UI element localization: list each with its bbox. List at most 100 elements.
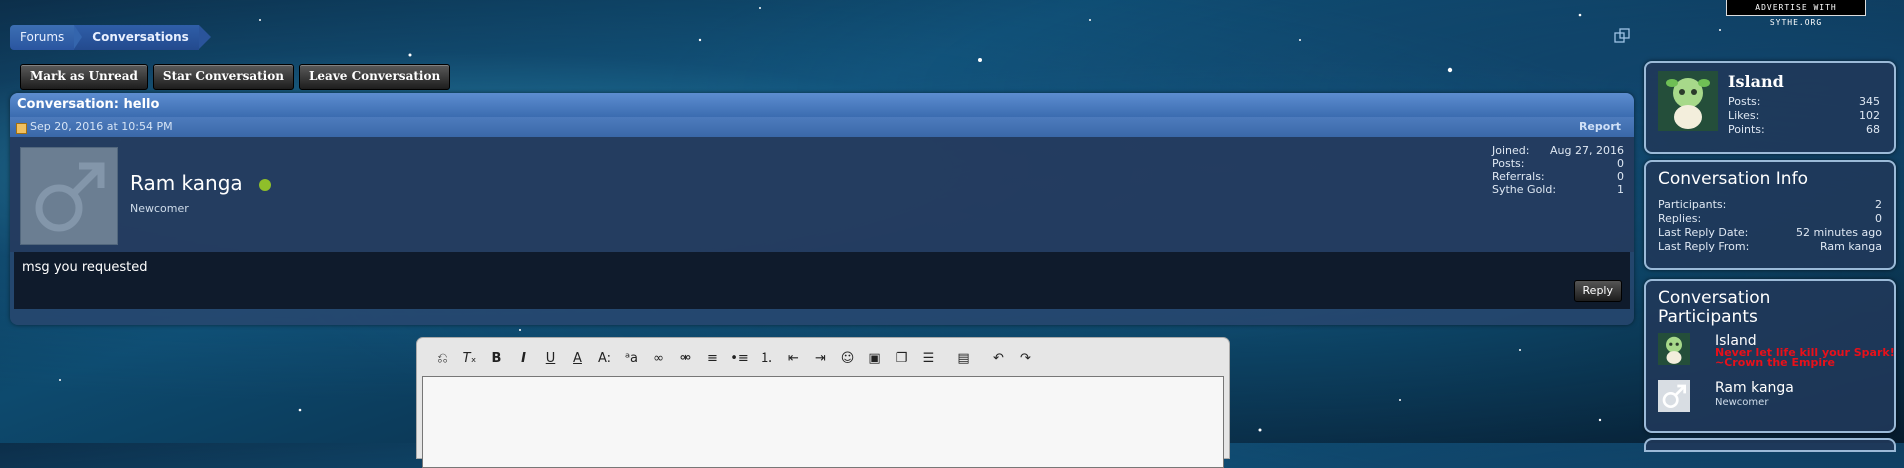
visitor-profile-panel: Island Posts: 345 Likes: 102 Points: 68 [1644, 61, 1896, 154]
smiley-icon[interactable]: ☺ [834, 350, 861, 368]
star-conversation-button[interactable]: Star Conversation [152, 64, 294, 90]
male-icon [35, 162, 105, 232]
profile-stats: Posts: 345 Likes: 102 Points: 68 [1728, 95, 1880, 137]
participant-signature: Never let life kill your Spark! ~Crown t… [1715, 346, 1895, 369]
image-icon[interactable]: ▣ [861, 350, 888, 368]
message-icon [16, 123, 27, 134]
insert-icon[interactable]: ☰ [915, 350, 942, 368]
stat-value[interactable]: 68 [1866, 123, 1880, 137]
number-list-icon[interactable]: ⒈ [753, 350, 780, 368]
info-row: Replies: 0 [1658, 212, 1882, 226]
link-icon[interactable]: ∞ [645, 350, 672, 368]
editor-textarea[interactable] [422, 376, 1224, 468]
section-title: Conversation Info [1658, 169, 1808, 189]
redo-icon[interactable]: ↷ [1012, 350, 1039, 368]
stat-label: Likes: [1728, 109, 1760, 122]
message-date[interactable]: Sep 20, 2016 at 10:54 PM [30, 117, 173, 137]
stat-row: Posts: 345 [1728, 95, 1880, 109]
font-family-icon[interactable]: ᵃa [618, 350, 645, 368]
participant-item[interactable]: Island Never let life kill your Spark! ~… [1658, 333, 1895, 371]
reply-editor: ⎌ Tₓ B I U A A: ᵃa ∞ ⚮ ≡ •≡ ⒈ ⇤ ⇥ ☺ ▣ ❐ … [416, 337, 1230, 468]
stat-row: Joined: Aug 27, 2016 [1492, 144, 1624, 157]
media-icon[interactable]: ❐ [888, 350, 915, 368]
breadcrumb-conversations[interactable]: Conversations [74, 25, 211, 50]
stat-value[interactable]: 345 [1859, 95, 1880, 109]
unlink-icon[interactable]: ⚮ [672, 350, 699, 368]
stat-label: Points: [1728, 123, 1765, 136]
info-label: Replies: [1658, 212, 1702, 225]
author-stats: Joined: Aug 27, 2016 Posts: 0 Referrals: 0 … [1492, 144, 1624, 196]
avatar[interactable] [1658, 333, 1690, 365]
outdent-icon[interactable]: ⇤ [780, 350, 807, 368]
breadcrumb: Forums Conversations [10, 25, 211, 50]
stat-row: Posts: 0 [1492, 157, 1624, 170]
toolbar-separator [942, 350, 950, 368]
sidebar-next-panel [1644, 438, 1896, 452]
indent-icon[interactable]: ⇥ [807, 350, 834, 368]
male-icon [1662, 384, 1686, 408]
bold-icon[interactable]: B [483, 350, 510, 368]
avatar[interactable] [20, 147, 118, 245]
underline-icon[interactable]: U [537, 350, 564, 368]
avatar[interactable] [1658, 71, 1718, 131]
align-icon[interactable]: ≡ [699, 350, 726, 368]
stat-value: 1 [1617, 183, 1624, 196]
message-text: msg you requested [22, 260, 148, 275]
clear-format-icon[interactable]: Tₓ [456, 350, 483, 368]
remove-format-icon[interactable]: ⎌ [429, 350, 456, 368]
font-size-icon[interactable]: A: [591, 350, 618, 368]
info-value[interactable]: Ram kanga [1820, 240, 1882, 254]
stat-row: Sythe Gold: 1 [1492, 183, 1624, 196]
conversation-actions: Mark as Unread Star Conversation Leave C… [20, 64, 451, 90]
stat-row: Likes: 102 [1728, 109, 1880, 123]
profile-name[interactable]: Island [1728, 72, 1784, 91]
info-label: Participants: [1658, 198, 1727, 211]
stat-label: Posts: [1728, 95, 1761, 108]
message-body: msg you requested Reply [14, 252, 1630, 309]
conversation-title: Conversation: hello [10, 93, 1634, 117]
leave-conversation-button[interactable]: Leave Conversation [298, 64, 451, 90]
info-label: Last Reply Date: [1658, 226, 1749, 239]
report-link[interactable]: Report [1579, 117, 1621, 137]
online-status-icon [259, 179, 271, 191]
author-name[interactable]: Ram kanga [130, 171, 243, 195]
reply-button[interactable]: Reply [1573, 280, 1622, 302]
conversation-panel: Conversation: hello Sep 20, 2016 at 10:5… [10, 93, 1634, 325]
info-row: Participants: 2 [1658, 198, 1882, 212]
save-draft-icon[interactable]: ▤ [950, 350, 977, 368]
participant-item[interactable]: Ram kanga Newcomer [1658, 380, 1888, 418]
stat-value: 0 [1617, 170, 1624, 183]
stat-value: 0 [1617, 157, 1624, 170]
conversation-info-panel: Conversation Info Participants: 2 Replies… [1644, 160, 1896, 270]
text-color-icon[interactable]: A [564, 350, 591, 368]
info-row: Last Reply From: Ram kanga [1658, 240, 1882, 254]
participant-name[interactable]: Ram kanga [1715, 380, 1794, 396]
author-title: Newcomer [130, 202, 189, 215]
stat-label: Sythe Gold: [1492, 183, 1557, 196]
participant-title: Newcomer [1715, 397, 1769, 408]
info-row: Last Reply Date: 52 minutes ago [1658, 226, 1882, 240]
stat-label: Referrals: [1492, 170, 1545, 183]
stat-row: Referrals: 0 [1492, 170, 1624, 183]
toolbar-separator [977, 350, 985, 368]
advertise-link[interactable]: ADVERTISE WITH SYTHE.ORG [1726, 0, 1866, 27]
stat-value: Aug 27, 2016 [1550, 144, 1624, 157]
info-value: 0 [1875, 212, 1882, 225]
breadcrumb-forums[interactable]: Forums [10, 25, 83, 50]
mark-unread-button[interactable]: Mark as Unread [20, 64, 148, 90]
conversation-info-stats: Participants: 2 Replies: 0 Last Reply Date… [1658, 198, 1882, 254]
stat-label: Posts: [1492, 157, 1525, 170]
stat-label: Joined: [1492, 144, 1530, 157]
avatar[interactable] [1658, 380, 1690, 412]
bullet-list-icon[interactable]: •≡ [726, 350, 753, 368]
stat-value[interactable]: 102 [1859, 109, 1880, 123]
italic-icon[interactable]: I [510, 350, 537, 368]
message-header: Ram kanga Newcomer Joined: Aug 27, 2016 P… [10, 137, 1634, 252]
info-value: 52 minutes ago [1796, 226, 1882, 239]
popout-icon[interactable] [1614, 28, 1630, 44]
conversation-participants-panel: Conversation Participants Island Never l… [1644, 279, 1896, 433]
info-label: Last Reply From: [1658, 240, 1750, 253]
stat-row: Points: 68 [1728, 123, 1880, 137]
undo-icon[interactable]: ↶ [985, 350, 1012, 368]
editor-toolbar: ⎌ Tₓ B I U A A: ᵃa ∞ ⚮ ≡ •≡ ⒈ ⇤ ⇥ ☺ ▣ ❐ … [429, 350, 1039, 368]
